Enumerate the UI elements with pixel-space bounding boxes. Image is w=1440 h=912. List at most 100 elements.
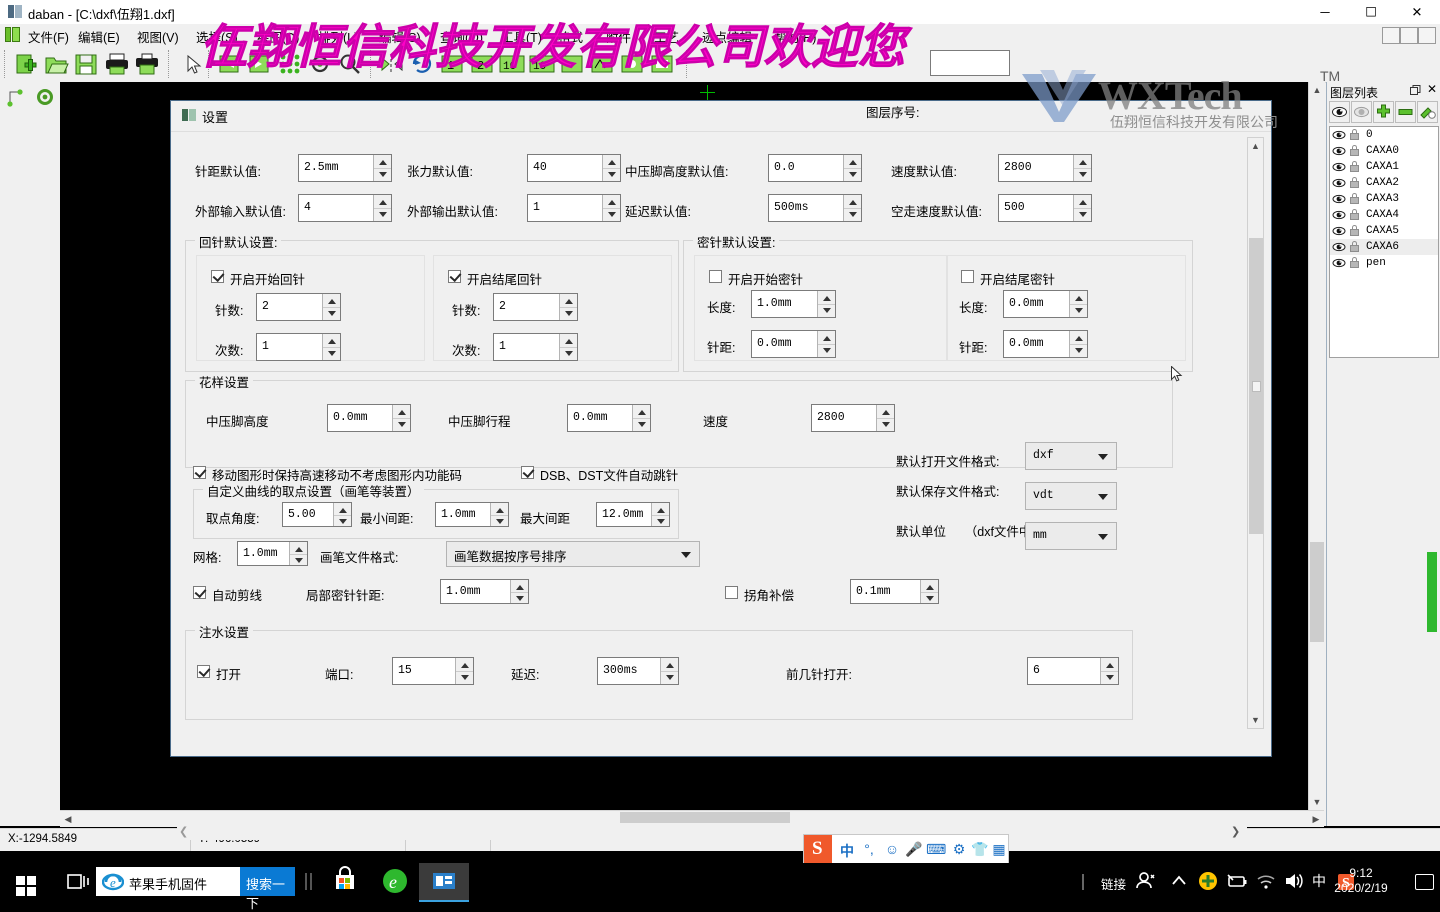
input-presser-height-default[interactable]: 0.0 (768, 154, 862, 182)
spinner-down-icon[interactable] (560, 347, 577, 360)
spinner-down-icon[interactable] (877, 418, 894, 431)
lock-icon[interactable] (1350, 257, 1359, 268)
spinner-buttons[interactable] (602, 195, 620, 221)
volume-icon[interactable] (1280, 863, 1306, 900)
spinner-buttons[interactable] (392, 405, 410, 431)
scroll-up-icon[interactable]: ▲ (1248, 138, 1263, 154)
scroll-down-icon[interactable]: ▼ (1309, 794, 1325, 810)
dialog-horizontal-scrollbar[interactable] (177, 823, 1247, 840)
spinner-down-icon[interactable] (560, 307, 577, 320)
spinner-down-icon[interactable] (323, 347, 340, 360)
layer-panel-close-button[interactable]: ✕ (1427, 83, 1437, 96)
lock-icon[interactable] (1350, 193, 1359, 204)
spinner-down-icon[interactable] (1070, 304, 1087, 317)
spinner-up-icon[interactable] (1074, 155, 1091, 169)
input-start-dense-pitch[interactable]: 0.0mm (751, 330, 836, 358)
checkbox-box[interactable] (725, 586, 738, 599)
layer-row[interactable]: CAXA6 (1330, 239, 1438, 255)
lock-icon[interactable] (1350, 161, 1359, 172)
spinner-down-icon[interactable] (374, 208, 391, 221)
zoom-button[interactable] (336, 50, 364, 78)
layer-row[interactable]: CAXA2 (1330, 175, 1438, 191)
search-go-button[interactable]: 搜索一下 (240, 867, 295, 911)
layer-row[interactable]: CAXA1 (1330, 159, 1438, 175)
window-close-button[interactable]: ✕ (1394, 0, 1440, 24)
input-min-spacing[interactable]: 1.0mm (435, 502, 509, 527)
checkbox-box[interactable] (197, 665, 210, 678)
window-maximize-button[interactable]: ☐ (1348, 0, 1394, 24)
number-10-button[interactable]: 10 (498, 50, 526, 78)
spinner-up-icon[interactable] (374, 155, 391, 169)
checkbox-box[interactable] (521, 466, 534, 479)
input-pattern-speed[interactable]: 2800 (811, 404, 895, 432)
menu-modify[interactable]: 编辑(S) (379, 27, 421, 46)
chevron-down-icon[interactable] (681, 552, 691, 558)
taskbar-clock[interactable]: 9:12 2020/2/19 (1318, 866, 1404, 896)
checkbox-box[interactable] (448, 270, 461, 283)
input-delay-default[interactable]: 500ms (768, 194, 862, 222)
spinner-buttons[interactable] (510, 580, 528, 603)
spinner-buttons[interactable] (559, 334, 577, 360)
ime-toolbox-icon[interactable]: ⚙ (949, 841, 969, 859)
spinner-down-icon[interactable] (818, 304, 835, 317)
spinner-down-icon[interactable] (456, 671, 473, 684)
spinner-buttons[interactable] (632, 405, 650, 431)
spinner-down-icon[interactable] (393, 418, 410, 431)
visibility-eye-icon[interactable] (1332, 162, 1346, 172)
taskbar-app-browser[interactable]: e (370, 863, 420, 900)
spinner-buttons[interactable] (843, 195, 861, 221)
number-2-button[interactable]: 2 (468, 50, 496, 78)
spinner-up-icon[interactable] (393, 405, 410, 419)
show-all-layers-button[interactable] (1329, 101, 1350, 123)
scroll-thumb-grip[interactable] (1252, 381, 1261, 392)
visibility-eye-icon[interactable] (1332, 194, 1346, 204)
spinner-down-icon[interactable] (844, 168, 861, 181)
gear-settings-tool[interactable] (31, 82, 59, 111)
input-idle-speed-default[interactable]: 500 (998, 194, 1092, 222)
input-pattern-presser-height[interactable]: 0.0mm (327, 404, 411, 432)
combo-default-unit[interactable]: mm (1025, 522, 1117, 550)
spinner-up-icon[interactable] (560, 334, 577, 348)
wifi-icon[interactable] (1254, 863, 1278, 900)
ime-emoji-icon[interactable]: ☺ (882, 841, 902, 859)
float-panel-icon[interactable] (1410, 85, 1421, 96)
spinner-down-icon[interactable] (603, 168, 620, 181)
input-start-backstitch-times[interactable]: 1 (256, 333, 341, 361)
spinner-buttons[interactable] (1069, 331, 1087, 357)
save-file-button[interactable] (72, 50, 100, 78)
spinner-down-icon[interactable] (633, 418, 650, 431)
lock-icon[interactable] (1350, 129, 1359, 140)
people-icon[interactable] (1132, 863, 1160, 900)
input-point-angle[interactable]: 5.00 (282, 502, 352, 527)
spinner-up-icon[interactable] (633, 405, 650, 419)
visibility-eye-icon[interactable] (1332, 130, 1346, 140)
number-1-button[interactable]: 1 (438, 50, 466, 78)
spinner-buttons[interactable] (817, 331, 835, 357)
spinner-buttons[interactable] (843, 155, 861, 181)
layer-row[interactable]: CAXA3 (1330, 191, 1438, 207)
grid-snap-button[interactable] (276, 50, 304, 78)
spinner-down-icon[interactable] (1074, 208, 1091, 221)
spinner-down-icon[interactable] (652, 515, 669, 527)
checkbox-box[interactable] (193, 586, 206, 599)
layer-row[interactable]: CAXA0 (1330, 143, 1438, 159)
scroll-right-icon[interactable]: ❯ (1231, 825, 1240, 838)
checkbox-box[interactable] (961, 270, 974, 283)
spinner-buttons[interactable] (602, 155, 620, 181)
input-ext-output-default[interactable]: 1 (527, 194, 621, 222)
spinner-down-icon[interactable] (374, 168, 391, 181)
checkbox-box[interactable] (709, 270, 722, 283)
visibility-eye-icon[interactable] (1332, 226, 1346, 236)
spinner-buttons[interactable] (876, 405, 894, 431)
menu-view[interactable]: 视图(V) (137, 27, 179, 46)
checkbox-box[interactable] (193, 466, 206, 479)
canvas-vertical-scrollbar[interactable]: ▲ ▼ (1308, 82, 1325, 810)
spinner-up-icon[interactable] (818, 291, 835, 305)
add-layer-button[interactable] (1373, 101, 1394, 123)
menu-pointedit[interactable]: 迹点编辑 (702, 27, 752, 46)
combo-pen-file-format[interactable]: 画笔数据按序号排序 (446, 541, 700, 567)
spinner-buttons[interactable] (651, 503, 669, 526)
layer-color-button[interactable] (1417, 101, 1438, 123)
ime-skin-icon[interactable]: 👕 (971, 841, 989, 859)
menu-draw[interactable]: 绘图(D) (257, 27, 299, 46)
